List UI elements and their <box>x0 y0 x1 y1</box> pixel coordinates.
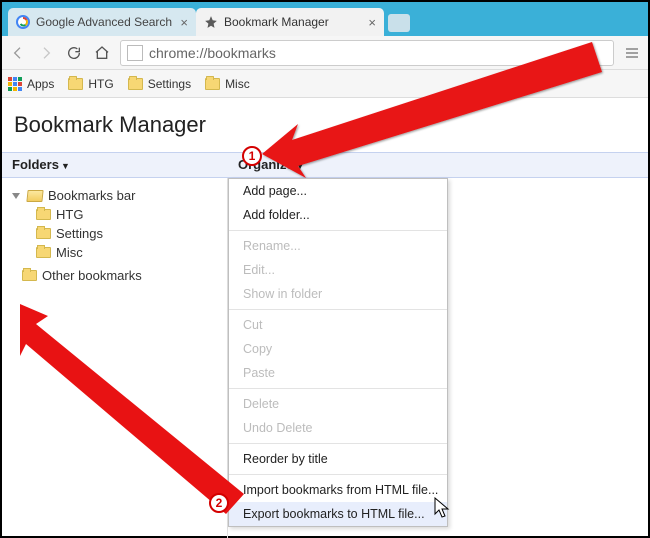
menu-separator <box>229 230 447 231</box>
tree-label: Settings <box>56 226 103 241</box>
content-area: Bookmarks bar HTG Settings Misc Other bo… <box>2 178 648 538</box>
menu-rename: Rename... <box>229 234 447 258</box>
tab-label: Bookmark Manager <box>224 15 329 29</box>
folders-dropdown[interactable]: Folders▼ <box>2 153 228 177</box>
menu-separator <box>229 443 447 444</box>
home-button[interactable] <box>92 43 112 63</box>
folder-icon <box>36 209 51 220</box>
forward-button[interactable] <box>36 43 56 63</box>
folder-icon <box>68 78 83 90</box>
menu-delete: Delete <box>229 392 447 416</box>
folder-icon <box>36 247 51 258</box>
close-icon[interactable]: × <box>368 16 376 29</box>
bookmarks-bar: Apps HTG Settings Misc <box>2 70 648 98</box>
folder-icon <box>22 270 37 281</box>
bookmark-label: HTG <box>88 77 113 91</box>
page-icon <box>127 45 143 61</box>
bookmark-folder-settings[interactable]: Settings <box>128 77 191 91</box>
chevron-down-icon: ▼ <box>296 161 305 171</box>
page-title: Bookmark Manager <box>2 98 648 152</box>
disclosure-triangle-icon[interactable] <box>12 193 20 199</box>
tree-label: Bookmarks bar <box>48 188 135 203</box>
tree-other-bookmarks[interactable]: Other bookmarks <box>8 266 221 285</box>
url-text: chrome://bookmarks <box>149 45 276 61</box>
bookmark-folder-htg[interactable]: HTG <box>68 77 113 91</box>
menu-export-bookmarks[interactable]: Export bookmarks to HTML file... <box>229 502 447 526</box>
tab-google-advanced-search[interactable]: Google Advanced Search × <box>8 8 196 36</box>
menu-undo-delete: Undo Delete <box>229 416 447 440</box>
reload-button[interactable] <box>64 43 84 63</box>
bookmark-label: Misc <box>225 77 250 91</box>
chevron-down-icon: ▼ <box>61 161 70 171</box>
tab-label: Google Advanced Search <box>36 15 172 29</box>
open-folder-icon <box>26 190 43 202</box>
organize-menu: Add page... Add folder... Rename... Edit… <box>228 178 448 527</box>
tree-item-settings[interactable]: Settings <box>8 224 221 243</box>
google-favicon <box>16 15 30 29</box>
menu-separator <box>229 309 447 310</box>
organize-label: Organize <box>238 157 294 172</box>
menu-reorder-by-title[interactable]: Reorder by title <box>229 447 447 471</box>
tree-item-htg[interactable]: HTG <box>8 205 221 224</box>
menu-separator <box>229 474 447 475</box>
tree-label: Other bookmarks <box>42 268 142 283</box>
browser-titlebar: Google Advanced Search × Bookmark Manage… <box>2 2 648 36</box>
menu-paste: Paste <box>229 361 447 385</box>
tree-item-misc[interactable]: Misc <box>8 243 221 262</box>
menu-add-folder[interactable]: Add folder... <box>229 203 447 227</box>
menu-cut: Cut <box>229 313 447 337</box>
main-panel: Add page... Add folder... Rename... Edit… <box>228 178 648 538</box>
star-icon <box>204 15 218 29</box>
tree-label: HTG <box>56 207 83 222</box>
menu-edit: Edit... <box>229 258 447 282</box>
menu-copy: Copy <box>229 337 447 361</box>
menu-import-bookmarks[interactable]: Import bookmarks from HTML file... <box>229 478 447 502</box>
folder-icon <box>36 228 51 239</box>
menu-add-page[interactable]: Add page... <box>229 179 447 203</box>
columns-header: Folders▼ Organize▼ <box>2 152 648 178</box>
folder-icon <box>205 78 220 90</box>
bookmark-label: Settings <box>148 77 191 91</box>
back-button[interactable] <box>8 43 28 63</box>
folders-label: Folders <box>12 157 59 172</box>
menu-separator <box>229 388 447 389</box>
chrome-menu-button[interactable] <box>622 43 642 63</box>
tree-bookmarks-bar[interactable]: Bookmarks bar <box>8 186 221 205</box>
menu-show-in-folder: Show in folder <box>229 282 447 306</box>
organize-dropdown[interactable]: Organize▼ <box>228 153 315 177</box>
new-tab-button[interactable] <box>388 14 410 32</box>
apps-label: Apps <box>27 77 54 91</box>
apps-icon <box>8 77 22 91</box>
folder-icon <box>128 78 143 90</box>
bookmark-folder-misc[interactable]: Misc <box>205 77 250 91</box>
browser-toolbar: chrome://bookmarks <box>2 36 648 70</box>
tab-bookmark-manager[interactable]: Bookmark Manager × <box>196 8 384 36</box>
folders-sidebar: Bookmarks bar HTG Settings Misc Other bo… <box>2 178 228 538</box>
tree-label: Misc <box>56 245 83 260</box>
close-icon[interactable]: × <box>180 16 188 29</box>
address-bar[interactable]: chrome://bookmarks <box>120 40 614 66</box>
apps-shortcut[interactable]: Apps <box>8 77 54 91</box>
